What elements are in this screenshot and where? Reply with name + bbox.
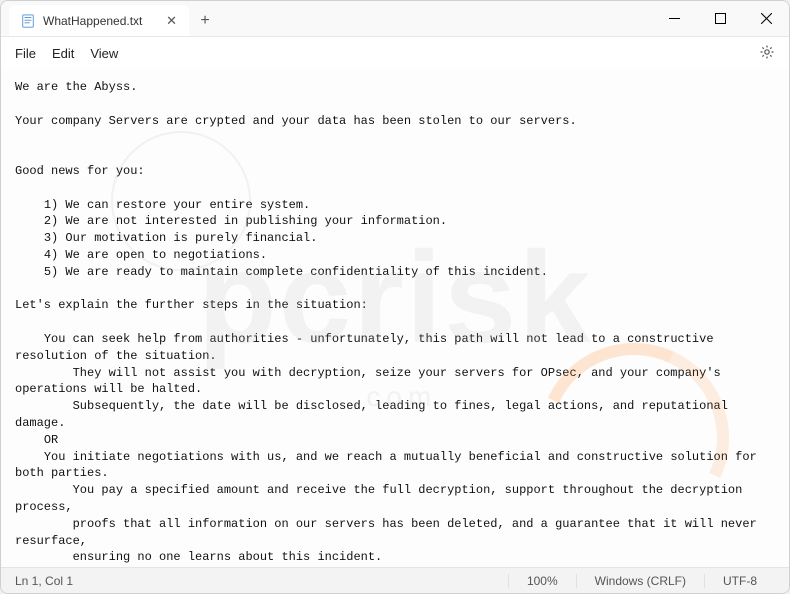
notepad-window: WhatHappened.txt ✕ + File Edit View We a…: [0, 0, 790, 594]
status-eol[interactable]: Windows (CRLF): [576, 574, 704, 588]
text-line: You pay a specified amount and receive t…: [15, 483, 750, 514]
statusbar: Ln 1, Col 1 100% Windows (CRLF) UTF-8: [1, 567, 789, 593]
notepad-icon: [21, 14, 35, 28]
text-line: proofs that all information on our serve…: [15, 517, 764, 548]
text-editor[interactable]: We are the Abyss. Your company Servers a…: [1, 69, 789, 567]
status-position: Ln 1, Col 1: [15, 574, 73, 588]
text-line: 1) We can restore your entire system.: [15, 198, 310, 212]
text-line: ensuring no one learns about this incide…: [15, 550, 382, 564]
status-zoom[interactable]: 100%: [508, 574, 576, 588]
menu-file[interactable]: File: [15, 46, 36, 61]
text-line: They will not assist you with decryption…: [15, 366, 728, 397]
close-window-button[interactable]: [743, 1, 789, 36]
text-line: Subsequently, the date will be disclosed…: [15, 399, 735, 430]
tab-title: WhatHappened.txt: [43, 14, 142, 28]
close-tab-icon[interactable]: ✕: [166, 13, 177, 29]
titlebar: WhatHappened.txt ✕ +: [1, 1, 789, 37]
text-line: You can seek help from authorities - unf…: [15, 332, 721, 363]
text-line: 2) We are not interested in publishing y…: [15, 214, 447, 228]
document-tab[interactable]: WhatHappened.txt ✕: [9, 5, 189, 36]
gear-icon: [759, 48, 775, 63]
text-line: Good news for you:: [15, 164, 145, 178]
menu-edit[interactable]: Edit: [52, 46, 74, 61]
text-line: Your company Servers are crypted and you…: [15, 114, 577, 128]
status-encoding[interactable]: UTF-8: [704, 574, 775, 588]
text-line: 4) We are open to negotiations.: [15, 248, 267, 262]
text-line: You initiate negotiations with us, and w…: [15, 450, 764, 481]
menu-view[interactable]: View: [90, 46, 118, 61]
maximize-button[interactable]: [697, 1, 743, 36]
minimize-button[interactable]: [651, 1, 697, 36]
text-line: 5) We are ready to maintain complete con…: [15, 265, 548, 279]
menubar: File Edit View: [1, 37, 789, 69]
add-tab-button[interactable]: +: [189, 5, 221, 36]
text-line: Let's explain the further steps in the s…: [15, 298, 368, 312]
text-line: 3) Our motivation is purely financial.: [15, 231, 317, 245]
window-controls: [651, 1, 789, 36]
text-line: We are the Abyss.: [15, 80, 137, 94]
settings-button[interactable]: [759, 44, 775, 63]
text-line: OR: [15, 433, 58, 447]
